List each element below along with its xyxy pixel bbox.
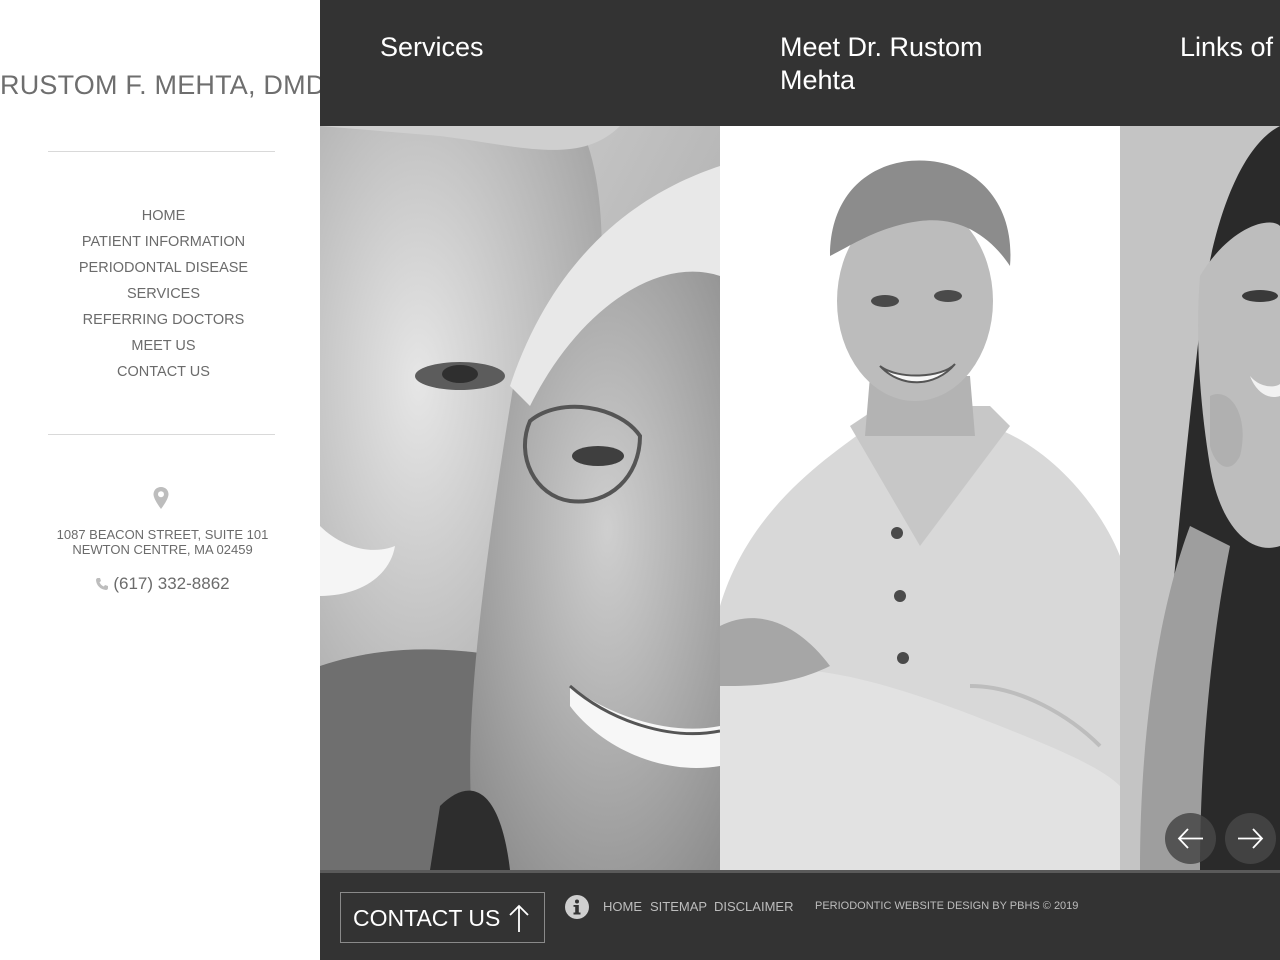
main-nav: HOME PATIENT INFORMATION PERIODONTAL DIS…	[0, 203, 327, 385]
footer-link-disclaimer[interactable]: DISCLAIMER	[714, 899, 793, 914]
footer-link-sitemap[interactable]: SITEMAP	[650, 899, 707, 914]
footer-link-home[interactable]: HOME	[603, 899, 642, 914]
nav-item-periodontal-disease[interactable]: PERIODONTAL DISEASE	[0, 255, 327, 281]
info-icon[interactable]	[565, 895, 589, 919]
site-logo[interactable]: RUSTOM F. MEHTA, DMD	[0, 70, 325, 101]
map-pin-icon[interactable]	[152, 486, 170, 510]
nav-item-referring-doctors[interactable]: REFERRING DOCTORS	[0, 307, 327, 333]
nav-item-services[interactable]: SERVICES	[0, 281, 327, 307]
address-line-2: NEWTON CENTRE, MA 02459	[72, 542, 253, 557]
arrow-up-icon	[509, 904, 529, 932]
slider-header: Services Meet Dr. Rustom Mehta Links of	[320, 0, 1280, 126]
slider-prev-button[interactable]	[1165, 813, 1216, 864]
slide-title-services[interactable]: Services	[380, 31, 484, 64]
page: RUSTOM F. MEHTA, DMD HOME PATIENT INFORM…	[0, 0, 1280, 960]
arrow-left-icon	[1177, 828, 1203, 849]
footer-credit[interactable]: PERIODONTIC WEBSITE DESIGN BY PBHS © 201…	[815, 900, 1078, 912]
arrow-right-icon	[1238, 828, 1264, 849]
slider-next-button[interactable]	[1225, 813, 1276, 864]
slide-title-meet-doctor[interactable]: Meet Dr. Rustom Mehta	[780, 31, 1050, 97]
slide-title-links[interactable]: Links of	[1180, 31, 1273, 64]
nav-item-contact-us[interactable]: CONTACT US	[0, 359, 327, 385]
nav-item-patient-information[interactable]: PATIENT INFORMATION	[0, 229, 327, 255]
slide-image-services[interactable]	[320, 126, 720, 870]
sidebar: RUSTOM F. MEHTA, DMD HOME PATIENT INFORM…	[0, 0, 325, 960]
footer-contact-button[interactable]: CONTACT US	[340, 892, 545, 943]
phone-icon	[96, 578, 109, 590]
slide-image-links[interactable]	[1120, 126, 1280, 870]
divider	[48, 151, 275, 152]
divider	[48, 434, 275, 435]
footer: CONTACT US HOME SITEMAP DISCLAIMER PERIO…	[320, 870, 1280, 960]
phone-link[interactable]: (617) 332-8862	[0, 574, 325, 594]
nav-item-meet-us[interactable]: MEET US	[0, 333, 327, 359]
nav-item-home[interactable]: HOME	[0, 203, 327, 229]
phone-number: (617) 332-8862	[113, 574, 230, 593]
slide-image-meet-doctor[interactable]	[720, 126, 1120, 870]
address-line-1: 1087 BEACON STREET, SUITE 101	[56, 527, 269, 542]
contact-button-label: CONTACT US	[353, 905, 501, 931]
office-address[interactable]: 1087 BEACON STREET, SUITE 101 NEWTON CEN…	[0, 527, 325, 557]
